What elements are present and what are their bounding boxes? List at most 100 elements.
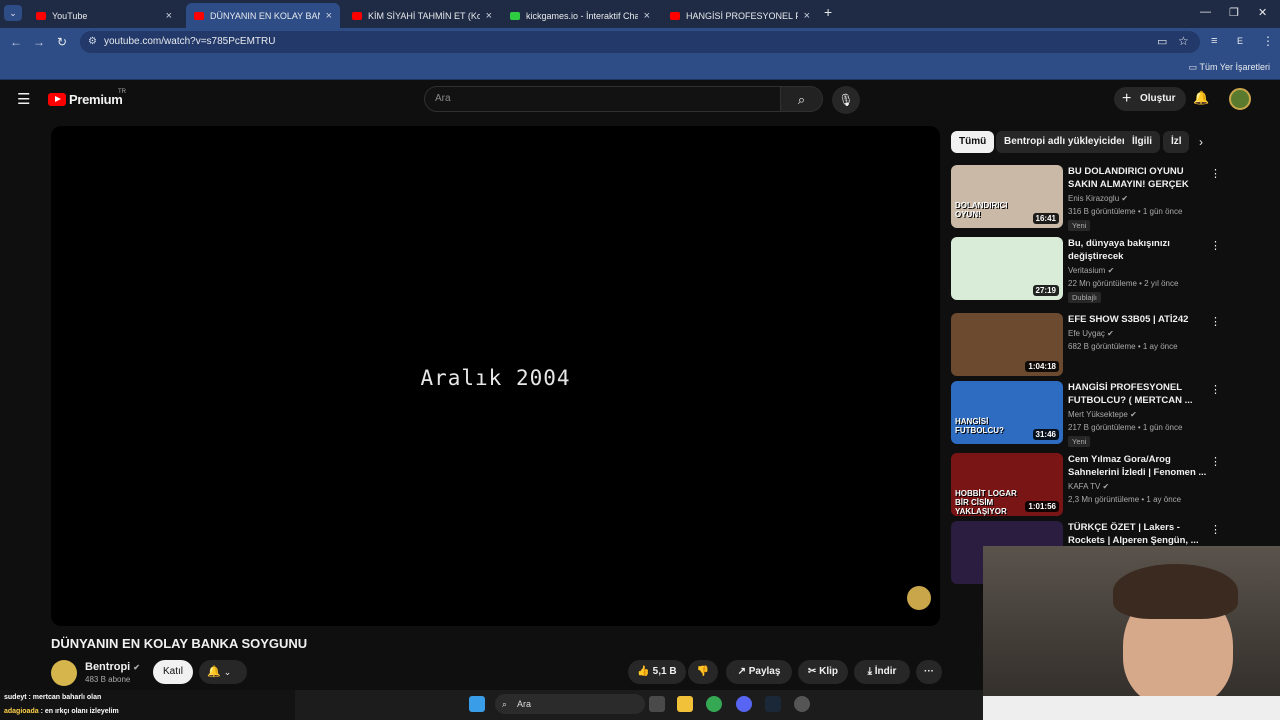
recommendation-meta: 217 B görüntüleme • 1 gün önce	[1068, 423, 1183, 432]
recommendation-title[interactable]: BU DOLANDIRICI OYUNU SAKIN ALMAYIN! GERÇ…	[1068, 165, 1208, 191]
channel-name-text: Mert Yüksektepe	[1068, 410, 1128, 419]
notifications-bell-icon[interactable]: 🔔	[1193, 90, 1209, 106]
all-bookmarks-label: Tüm Yer İşaretleri	[1199, 62, 1270, 72]
recommendation-title[interactable]: Cem Yılmaz Gora/Arog Sahnelerini İzledi …	[1068, 453, 1208, 479]
browser-menu-icon[interactable]: ⋮	[1262, 34, 1274, 48]
search-input[interactable]: Ara	[424, 86, 781, 112]
cast-icon[interactable]: ▭	[1157, 35, 1167, 48]
recommendation-item[interactable]: HOBBİT LOGAR BİR CİSİM YAKLAŞIYOR 1:01:56…	[951, 453, 1221, 519]
chrome-icon[interactable]	[706, 696, 722, 712]
task-view-icon[interactable]	[649, 696, 665, 712]
youtube-favicon-icon	[352, 11, 362, 20]
chips-next-icon[interactable]: ›	[1199, 135, 1203, 149]
create-button[interactable]: + Oluştur	[1114, 87, 1186, 111]
close-tab-icon[interactable]: ×	[326, 10, 332, 22]
forward-icon[interactable]: →	[33, 35, 45, 49]
back-icon[interactable]: ←	[10, 35, 22, 49]
recommendation-item[interactable]: 27:19 Bu, dünyaya bakışınızı değiştirecek…	[951, 237, 1221, 303]
settings-gear-icon[interactable]	[794, 696, 810, 712]
close-tab-icon[interactable]: ×	[486, 10, 492, 22]
tab-search-button[interactable]: ⌄	[4, 5, 22, 21]
hamburger-menu-icon[interactable]: ☰	[17, 90, 30, 108]
bookmark-star-icon[interactable]: ☆	[1178, 34, 1189, 48]
video-thumbnail[interactable]: 1:04:18	[951, 313, 1063, 376]
recommendation-channel[interactable]: KAFA TV ✔	[1068, 482, 1109, 491]
recommendation-title[interactable]: HANGİSİ PROFESYONEL FUTBOLCU? ( MERTCAN …	[1068, 381, 1208, 407]
recommendation-channel[interactable]: Mert Yüksektepe ✔	[1068, 410, 1137, 419]
thumbnail-caption: DOLANDIRICI OYUN!	[955, 201, 1008, 219]
subscription-bell-button[interactable]: 🔔 ⌄	[199, 660, 247, 684]
join-button[interactable]: Katıl	[153, 660, 193, 684]
browser-tab-hangisi[interactable]: HANGİSİ PROFESYONEL FUTBO ×	[662, 3, 818, 28]
browser-tab-youtube[interactable]: YouTube ×	[28, 3, 180, 28]
dislike-button[interactable]: 👎	[688, 660, 718, 684]
browser-tab-title: kickgames.io - İnteraktif Chat O	[526, 10, 638, 21]
chip-related[interactable]: İlgili	[1124, 131, 1160, 153]
chip-from-uploader[interactable]: Bentropi adlı yükleyiciden	[996, 131, 1136, 153]
youtube-logo-icon[interactable]	[48, 93, 66, 106]
video-thumbnail[interactable]: HOBBİT LOGAR BİR CİSİM YAKLAŞIYOR 1:01:56	[951, 453, 1063, 516]
new-tab-icon[interactable]: +	[824, 4, 832, 20]
more-actions-button[interactable]: ···	[916, 660, 942, 684]
more-options-icon[interactable]: ⋮	[1210, 239, 1221, 252]
recommendation-channel[interactable]: Veritasium ✔	[1068, 266, 1114, 275]
recommendation-title[interactable]: TÜRKÇE ÖZET | Lakers - Rockets | Alperen…	[1068, 521, 1208, 547]
more-options-icon[interactable]: ⋮	[1210, 167, 1221, 180]
recommendation-item[interactable]: DOLANDIRICI OYUN! 16:41 BU DOLANDIRICI OYU…	[951, 165, 1221, 231]
close-tab-icon[interactable]: ×	[166, 10, 172, 22]
recommendation-channel[interactable]: Enis Kirazoglu ✔	[1068, 194, 1128, 203]
close-tab-icon[interactable]: ×	[644, 10, 650, 22]
minimize-icon[interactable]: —	[1200, 6, 1211, 18]
chip-watched[interactable]: İzl	[1163, 131, 1189, 153]
thumbnail-caption: HOBBİT LOGAR BİR CİSİM YAKLAŞIYOR	[955, 489, 1017, 516]
close-window-icon[interactable]: ✕	[1258, 6, 1267, 19]
steam-icon[interactable]	[765, 696, 781, 712]
thumbnail-caption: HANGİSİ FUTBOLCU?	[955, 417, 1004, 435]
video-thumbnail[interactable]: DOLANDIRICI OYUN! 16:41	[951, 165, 1063, 228]
reading-list-icon[interactable]: ≡	[1211, 35, 1217, 47]
video-player[interactable]: Aralık 2004	[51, 126, 940, 626]
browser-tab-active[interactable]: DÜNYANIN EN KOLAY BANKA S ×	[186, 3, 340, 28]
search-button[interactable]: ⌕	[781, 86, 823, 112]
recommendation-item[interactable]: 1:04:18 EFE SHOW S3B05 | ATİ242 Efe Uygaç …	[951, 313, 1221, 379]
reload-icon[interactable]: ↻	[57, 35, 67, 49]
account-avatar[interactable]	[1229, 88, 1251, 110]
browser-tab-kim-siyahi[interactable]: KİM SİYAHİ TAHMİN ET (Konuk ×	[344, 3, 500, 28]
windows-start-icon[interactable]	[469, 696, 485, 712]
video-thumbnail[interactable]: HANGİSİ FUTBOLCU? 31:46	[951, 381, 1063, 444]
youtube-favicon-icon	[194, 11, 204, 20]
browser-tab-strip: ⌄ YouTube × DÜNYANIN EN KOLAY BANKA S × …	[0, 0, 1280, 28]
close-tab-icon[interactable]: ×	[804, 10, 810, 22]
more-options-icon[interactable]: ⋮	[1210, 455, 1221, 468]
all-bookmarks-link[interactable]: ▭ Tüm Yer İşaretleri	[1189, 62, 1270, 73]
youtube-premium-wordmark[interactable]: Premium	[69, 92, 123, 107]
microphone-icon: 🎙	[838, 93, 854, 107]
recommendation-channel[interactable]: Efe Uygaç ✔	[1068, 329, 1114, 338]
site-info-icon[interactable]: ⚙	[88, 36, 97, 47]
search-icon: ⌕	[797, 92, 806, 107]
taskbar-search-input[interactable]: ⌕ Ara	[495, 694, 645, 714]
clip-button[interactable]: ✂ Klip	[798, 660, 848, 684]
voice-search-button[interactable]: 🎙	[832, 86, 860, 114]
channel-avatar[interactable]	[51, 660, 77, 686]
more-options-icon[interactable]: ⋮	[1210, 315, 1221, 328]
channel-watermark-icon[interactable]	[907, 586, 931, 610]
restore-icon[interactable]: ❐	[1229, 6, 1239, 19]
like-button[interactable]: 👍 5,1 B	[628, 660, 686, 684]
profile-button[interactable]: E	[1237, 36, 1243, 46]
more-options-icon[interactable]: ⋮	[1210, 383, 1221, 396]
more-options-icon[interactable]: ⋮	[1210, 523, 1221, 536]
download-button[interactable]: ⤓ İndir	[854, 660, 910, 684]
channel-name[interactable]: Bentropi ✔	[85, 661, 140, 673]
recommendation-item[interactable]: HANGİSİ FUTBOLCU? 31:46 HANGİSİ PROFESYONE…	[951, 381, 1221, 447]
share-button[interactable]: ↗ Paylaş	[726, 660, 792, 684]
chip-all[interactable]: Tümü	[951, 131, 995, 153]
browser-tab-kickgames[interactable]: kickgames.io - İnteraktif Chat O ×	[502, 3, 658, 28]
recommendation-title[interactable]: EFE SHOW S3B05 | ATİ242	[1068, 313, 1208, 326]
discord-icon[interactable]	[736, 696, 752, 712]
file-explorer-icon[interactable]	[677, 696, 693, 712]
download-icon: ⤓	[867, 666, 872, 677]
recommendation-meta: 316 B görüntüleme • 1 gün önce	[1068, 207, 1183, 216]
video-thumbnail[interactable]: 27:19	[951, 237, 1063, 300]
recommendation-title[interactable]: Bu, dünyaya bakışınızı değiştirecek	[1068, 237, 1208, 263]
